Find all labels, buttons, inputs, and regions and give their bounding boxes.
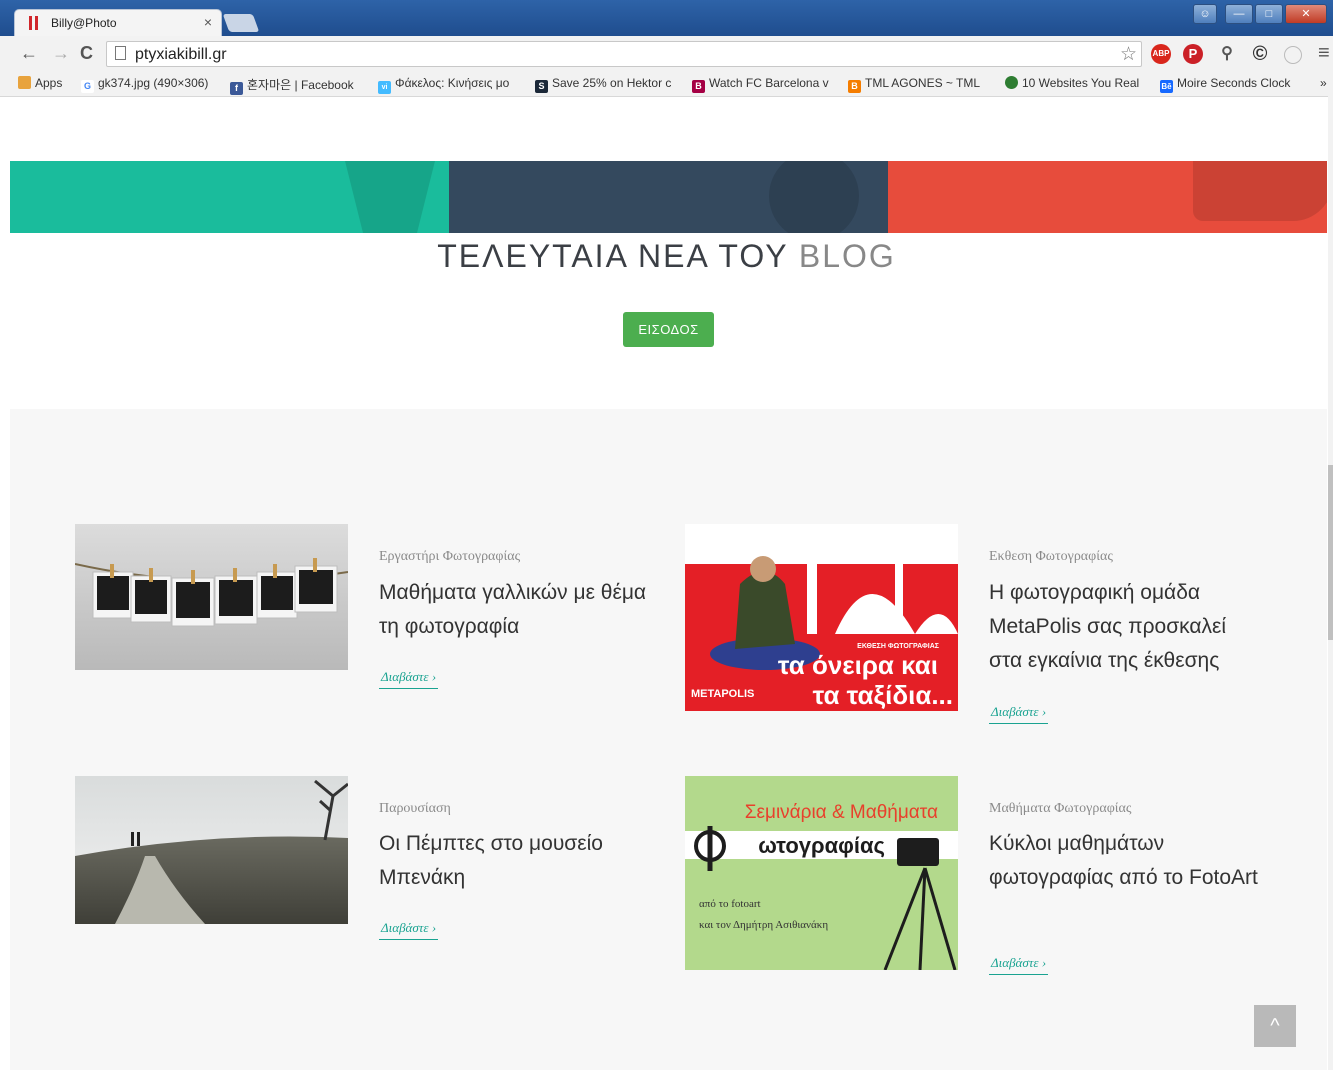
- post-title[interactable]: Μαθήματα γαλλικών με θέμα τη φωτογραφία: [379, 576, 649, 644]
- window-controls: ☺ — □ ✕: [1193, 4, 1327, 24]
- bookmark-barcelona[interactable]: B Watch FC Barcelona v: [692, 76, 829, 93]
- site-favicon-icon: [29, 16, 39, 30]
- close-window-icon[interactable]: ✕: [1285, 4, 1327, 24]
- bookmark-gk374[interactable]: Ggk374.jpg (490×306): [81, 76, 208, 93]
- reload-icon[interactable]: C: [80, 43, 93, 64]
- post-thumbnail[interactable]: Σεμινάρια & Μαθήματα ωτογραφίας από το f…: [685, 776, 958, 970]
- post-title[interactable]: Κύκλοι μαθημάτων φωτογραφίας από το Foto…: [989, 827, 1259, 895]
- forward-arrow-icon[interactable]: →: [52, 43, 70, 64]
- post-thumbnail[interactable]: ΕΚΘΕΣΗ ΦΩΤΟΓΡΑΦΙΑΣ τα όνειρα και τα ταξί…: [685, 524, 958, 711]
- post-title[interactable]: Η φωτογραφική ομάδα MetaPolis σας προσκα…: [989, 576, 1259, 678]
- post-category[interactable]: Εκθεση Φωτογραφίας: [989, 549, 1113, 565]
- read-more-link[interactable]: Διαβάστε ›: [379, 669, 439, 689]
- bookmark-apps[interactable]: Apps: [18, 76, 62, 90]
- copyright-icon[interactable]: ©: [1250, 44, 1270, 64]
- green-dot-icon: [1005, 76, 1018, 89]
- polaroids-on-string-photo: [75, 558, 348, 627]
- post-category[interactable]: Παρουσίαση: [379, 801, 451, 817]
- read-more-link[interactable]: Διαβάστε ›: [379, 920, 439, 940]
- banner-band-navy: [449, 161, 888, 233]
- posts-section: [10, 409, 1327, 1070]
- post-thumbnail[interactable]: [75, 524, 348, 670]
- minimize-icon[interactable]: —: [1225, 4, 1253, 24]
- bookmark-10-websites[interactable]: 10 Websites You Real: [1005, 76, 1139, 90]
- behance-icon: Bē: [1160, 80, 1173, 93]
- facebook-icon: f: [230, 82, 243, 95]
- blog-section-title: ΤΕΛΕΥΤΑΙΑ ΝΕΑ ΤΟΥ BLOG: [437, 238, 896, 274]
- colored-banner: [10, 161, 1327, 233]
- vimeo-icon: vi: [378, 81, 391, 94]
- poster-from-fotoart: από το fotoart: [699, 898, 761, 910]
- tab-close-icon[interactable]: ×: [204, 14, 212, 30]
- poster-headline-line1: τα όνειρα και: [778, 650, 938, 680]
- steam-icon: S: [535, 80, 548, 93]
- post-category[interactable]: Εργαστήρι Φωτογραφίας: [379, 549, 520, 565]
- poster-seminars-line: Σεμινάρια & Μαθήματα: [745, 802, 938, 823]
- metapolis-exhibition-poster: ΕΚΘΕΣΗ ΦΩΤΟΓΡΑΦΙΑΣ τα όνειρα και τα ταξί…: [685, 524, 958, 711]
- chrome-menu-icon[interactable]: ≡: [1318, 42, 1330, 65]
- blogger-icon: B: [848, 80, 861, 93]
- tab-title: Billy@Photo: [51, 16, 117, 30]
- post-title[interactable]: Οι Πέμπτες στο μουσείο Μπενάκη: [379, 827, 649, 895]
- new-tab-button[interactable]: [222, 14, 260, 32]
- bookmark-star-icon[interactable]: ☆: [1120, 43, 1137, 66]
- bookmark-moire[interactable]: Bē Moire Seconds Clock: [1160, 76, 1290, 93]
- camera-shape-icon: [1193, 161, 1327, 221]
- poster-exhibit-label: ΕΚΘΕΣΗ ΦΩΤΟΓΡΑΦΙΑΣ: [857, 643, 939, 650]
- ghost-icon[interactable]: [1284, 46, 1302, 64]
- url-text: ptyxiakibill.gr: [135, 46, 227, 63]
- gear-shape-icon: [769, 161, 859, 233]
- scrollbar-thumb[interactable]: [1328, 465, 1333, 640]
- microscope-icon[interactable]: ⚲: [1217, 44, 1237, 64]
- scroll-to-top-button[interactable]: ^: [1254, 1005, 1296, 1047]
- glass-shape-icon: [345, 161, 435, 233]
- poster-brand: METAPOLIS: [691, 688, 754, 700]
- poster-instructor: και τον Δημήτρη Ασιθιανάκη: [699, 919, 828, 931]
- banner-band-teal: [10, 161, 449, 233]
- adblock-plus-icon[interactable]: ABP: [1151, 44, 1171, 64]
- seminars-poster: Σεμινάρια & Μαθήματα ωτογραφίας από το f…: [685, 802, 958, 970]
- path-landscape-photo: [75, 776, 348, 924]
- enter-button[interactable]: ΕΙΣΟΔΟΣ: [623, 312, 714, 347]
- pinterest-icon[interactable]: P: [1183, 44, 1203, 64]
- bookmark-facebook[interactable]: f 혼자마은 | Facebook: [230, 76, 354, 95]
- bookmark-vimeo[interactable]: vi Φάκελος: Κινήσεις μο: [378, 76, 509, 94]
- maximize-icon[interactable]: □: [1255, 4, 1283, 24]
- back-arrow-icon[interactable]: ←: [20, 43, 38, 64]
- google-icon: G: [81, 80, 94, 93]
- address-bar[interactable]: ptyxiakibill.gr ☆: [106, 41, 1142, 67]
- read-more-link[interactable]: Διαβάστε ›: [989, 704, 1049, 724]
- barcelona-icon: B: [692, 80, 705, 93]
- post-category[interactable]: Μαθήματα Φωτογραφίας: [989, 801, 1131, 817]
- bookmarks-bar: Apps Ggk374.jpg (490×306) f 혼자마은 | Facebo…: [0, 72, 1333, 97]
- bookmark-steam[interactable]: S Save 25% on Hektor c: [535, 76, 671, 93]
- bookmarks-more-icon[interactable]: »: [1320, 76, 1327, 90]
- apps-grid-icon: [18, 76, 31, 89]
- banner-band-red: [888, 161, 1327, 233]
- window-titlebar: Billy@Photo × ☺ — □ ✕: [0, 0, 1333, 36]
- page-icon: [115, 46, 126, 60]
- poster-photography-word: ωτογραφίας: [758, 833, 885, 858]
- poster-headline-line2: τα ταξίδια...: [813, 680, 953, 710]
- post-thumbnail[interactable]: [75, 776, 348, 924]
- bookmark-tml[interactable]: B TML AGONES ~ TML: [848, 76, 980, 93]
- user-profile-icon[interactable]: ☺: [1193, 4, 1217, 24]
- read-more-link[interactable]: Διαβάστε ›: [989, 955, 1049, 975]
- browser-tab[interactable]: Billy@Photo ×: [14, 9, 222, 36]
